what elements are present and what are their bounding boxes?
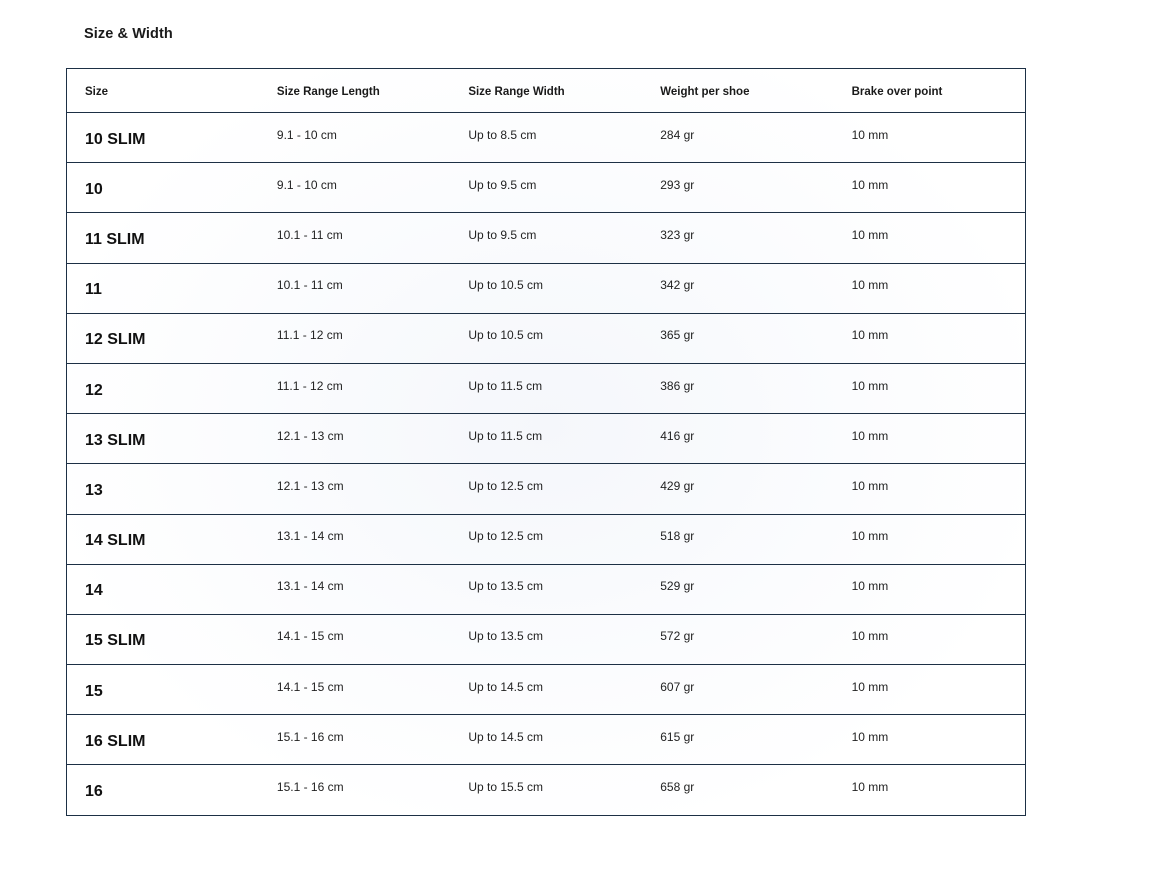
header-size: Size: [85, 85, 109, 98]
brake-over-point-cell: 10 mm: [851, 629, 889, 644]
width-cell: Up to 9.5 cm: [468, 177, 537, 192]
brake-over-point-cell: 10 mm: [851, 529, 889, 544]
weight-cell: 386 gr: [660, 378, 695, 393]
weight-cell: 572 gr: [660, 629, 695, 644]
length-cell: 13.1 - 14 cm: [276, 529, 344, 544]
brake-over-point-cell: 10 mm: [851, 428, 889, 443]
size-cell: 16 SLIM: [85, 732, 146, 750]
table-row: 14 13.1 - 14 cm Up to 13.5 cm 529 gr 10 mm: [67, 563, 1025, 614]
size-cell: 12: [85, 381, 103, 399]
table-header-row: Size Size Range Length Size Range Width …: [67, 69, 1025, 112]
length-cell: 14.1 - 15 cm: [276, 679, 344, 694]
size-cell: 10 SLIM: [85, 130, 146, 148]
length-cell: 11.1 - 12 cm: [276, 378, 343, 393]
size-chart-table: Size Size Range Length Size Range Width …: [66, 68, 1026, 816]
brake-over-point-cell: 10 mm: [851, 177, 889, 192]
header-brake-over-point: Brake over point: [851, 85, 943, 98]
brake-over-point-cell: 10 mm: [851, 729, 889, 744]
length-cell: 13.1 - 14 cm: [276, 579, 344, 594]
length-cell: 11.1 - 12 cm: [276, 328, 343, 343]
weight-cell: 323 gr: [660, 227, 695, 242]
width-cell: Up to 10.5 cm: [468, 278, 544, 293]
weight-cell: 518 gr: [660, 529, 695, 544]
table-row: 11 SLIM 10.1 - 11 cm Up to 9.5 cm 323 gr 10 …: [67, 212, 1025, 262]
brake-over-point-cell: 10 mm: [851, 227, 889, 242]
size-cell: 13: [85, 481, 103, 499]
header-size-range-length: Size Range Length: [276, 85, 380, 98]
size-cell: 15: [85, 682, 103, 700]
length-cell: 9.1 - 10 cm: [276, 177, 337, 192]
brake-over-point-cell: 10 mm: [851, 478, 889, 493]
width-cell: Up to 12.5 cm: [468, 529, 544, 544]
table-row: 15 14.1 - 15 cm Up to 14.5 cm 607 gr 10 mm: [67, 664, 1025, 714]
size-cell: 11: [85, 281, 102, 299]
brake-over-point-cell: 10 mm: [851, 127, 889, 142]
page-title: Size & Width: [84, 26, 173, 42]
table-row: 16 15.1 - 16 cm Up to 15.5 cm 658 gr 10 mm: [67, 764, 1025, 814]
length-cell: 15.1 - 16 cm: [276, 729, 344, 744]
weight-cell: 658 gr: [660, 780, 695, 795]
brake-over-point-cell: 10 mm: [851, 328, 889, 343]
table-row: 13 12.1 - 13 cm Up to 12.5 cm 429 gr 10 mm: [67, 463, 1025, 513]
table-row: 12 11.1 - 12 cm Up to 11.5 cm 386 gr 10 mm: [67, 362, 1025, 413]
table-row: 10 9.1 - 10 cm Up to 9.5 cm 293 gr 10 mm: [67, 162, 1025, 212]
length-cell: 15.1 - 16 cm: [276, 780, 344, 795]
width-cell: Up to 9.5 cm: [468, 227, 537, 242]
length-cell: 12.1 - 13 cm: [276, 428, 344, 443]
table-row: 15 SLIM 14.1 - 15 cm Up to 13.5 cm 572 gr 10…: [67, 613, 1025, 664]
brake-over-point-cell: 10 mm: [851, 780, 889, 795]
header-weight-per-shoe: Weight per shoe: [660, 85, 750, 98]
width-cell: Up to 8.5 cm: [468, 127, 537, 142]
size-cell: 12 SLIM: [85, 331, 146, 349]
table-row: 16 SLIM 15.1 - 16 cm Up to 14.5 cm 615 gr 10…: [67, 714, 1025, 764]
brake-over-point-cell: 10 mm: [851, 579, 889, 594]
table-row: 10 SLIM 9.1 - 10 cm Up to 8.5 cm 284 gr 10 m…: [67, 112, 1025, 162]
width-cell: Up to 10.5 cm: [468, 328, 544, 343]
size-cell: 14 SLIM: [85, 532, 146, 550]
width-cell: Up to 13.5 cm: [468, 629, 544, 644]
brake-over-point-cell: 10 mm: [851, 378, 889, 393]
width-cell: Up to 15.5 cm: [468, 780, 544, 795]
table-row: 13 SLIM 12.1 - 13 cm Up to 11.5 cm 416 gr 10…: [67, 413, 1025, 463]
weight-cell: 365 gr: [660, 328, 695, 343]
length-cell: 10.1 - 11 cm: [276, 278, 343, 293]
size-cell: 15 SLIM: [85, 632, 146, 650]
header-size-range-width: Size Range Width: [468, 85, 565, 98]
length-cell: 12.1 - 13 cm: [276, 478, 344, 493]
brake-over-point-cell: 10 mm: [851, 679, 889, 694]
weight-cell: 284 gr: [660, 127, 695, 142]
weight-cell: 416 gr: [660, 428, 695, 443]
size-cell: 10: [85, 180, 103, 198]
size-cell: 14: [85, 582, 103, 600]
width-cell: Up to 13.5 cm: [468, 579, 544, 594]
table-row: 11 10.1 - 11 cm Up to 10.5 cm 342 gr 10 mm: [67, 262, 1025, 313]
table-row: 14 SLIM 13.1 - 14 cm Up to 12.5 cm 518 gr 10…: [67, 513, 1025, 564]
weight-cell: 293 gr: [660, 177, 695, 192]
width-cell: Up to 12.5 cm: [468, 478, 544, 493]
length-cell: 9.1 - 10 cm: [276, 127, 337, 142]
length-cell: 14.1 - 15 cm: [276, 629, 344, 644]
width-cell: Up to 11.5 cm: [468, 428, 543, 443]
width-cell: Up to 11.5 cm: [468, 378, 543, 393]
weight-cell: 615 gr: [660, 729, 695, 744]
width-cell: Up to 14.5 cm: [468, 679, 544, 694]
weight-cell: 342 gr: [660, 278, 695, 293]
width-cell: Up to 14.5 cm: [468, 729, 544, 744]
weight-cell: 429 gr: [660, 478, 695, 493]
weight-cell: 529 gr: [660, 579, 695, 594]
table-row: 12 SLIM 11.1 - 12 cm Up to 10.5 cm 365 gr 10…: [67, 312, 1025, 363]
size-cell: 16: [85, 783, 103, 801]
length-cell: 10.1 - 11 cm: [276, 227, 343, 242]
weight-cell: 607 gr: [660, 679, 695, 694]
size-cell: 11 SLIM: [85, 230, 145, 248]
brake-over-point-cell: 10 mm: [851, 278, 889, 293]
size-cell: 13 SLIM: [85, 431, 146, 449]
